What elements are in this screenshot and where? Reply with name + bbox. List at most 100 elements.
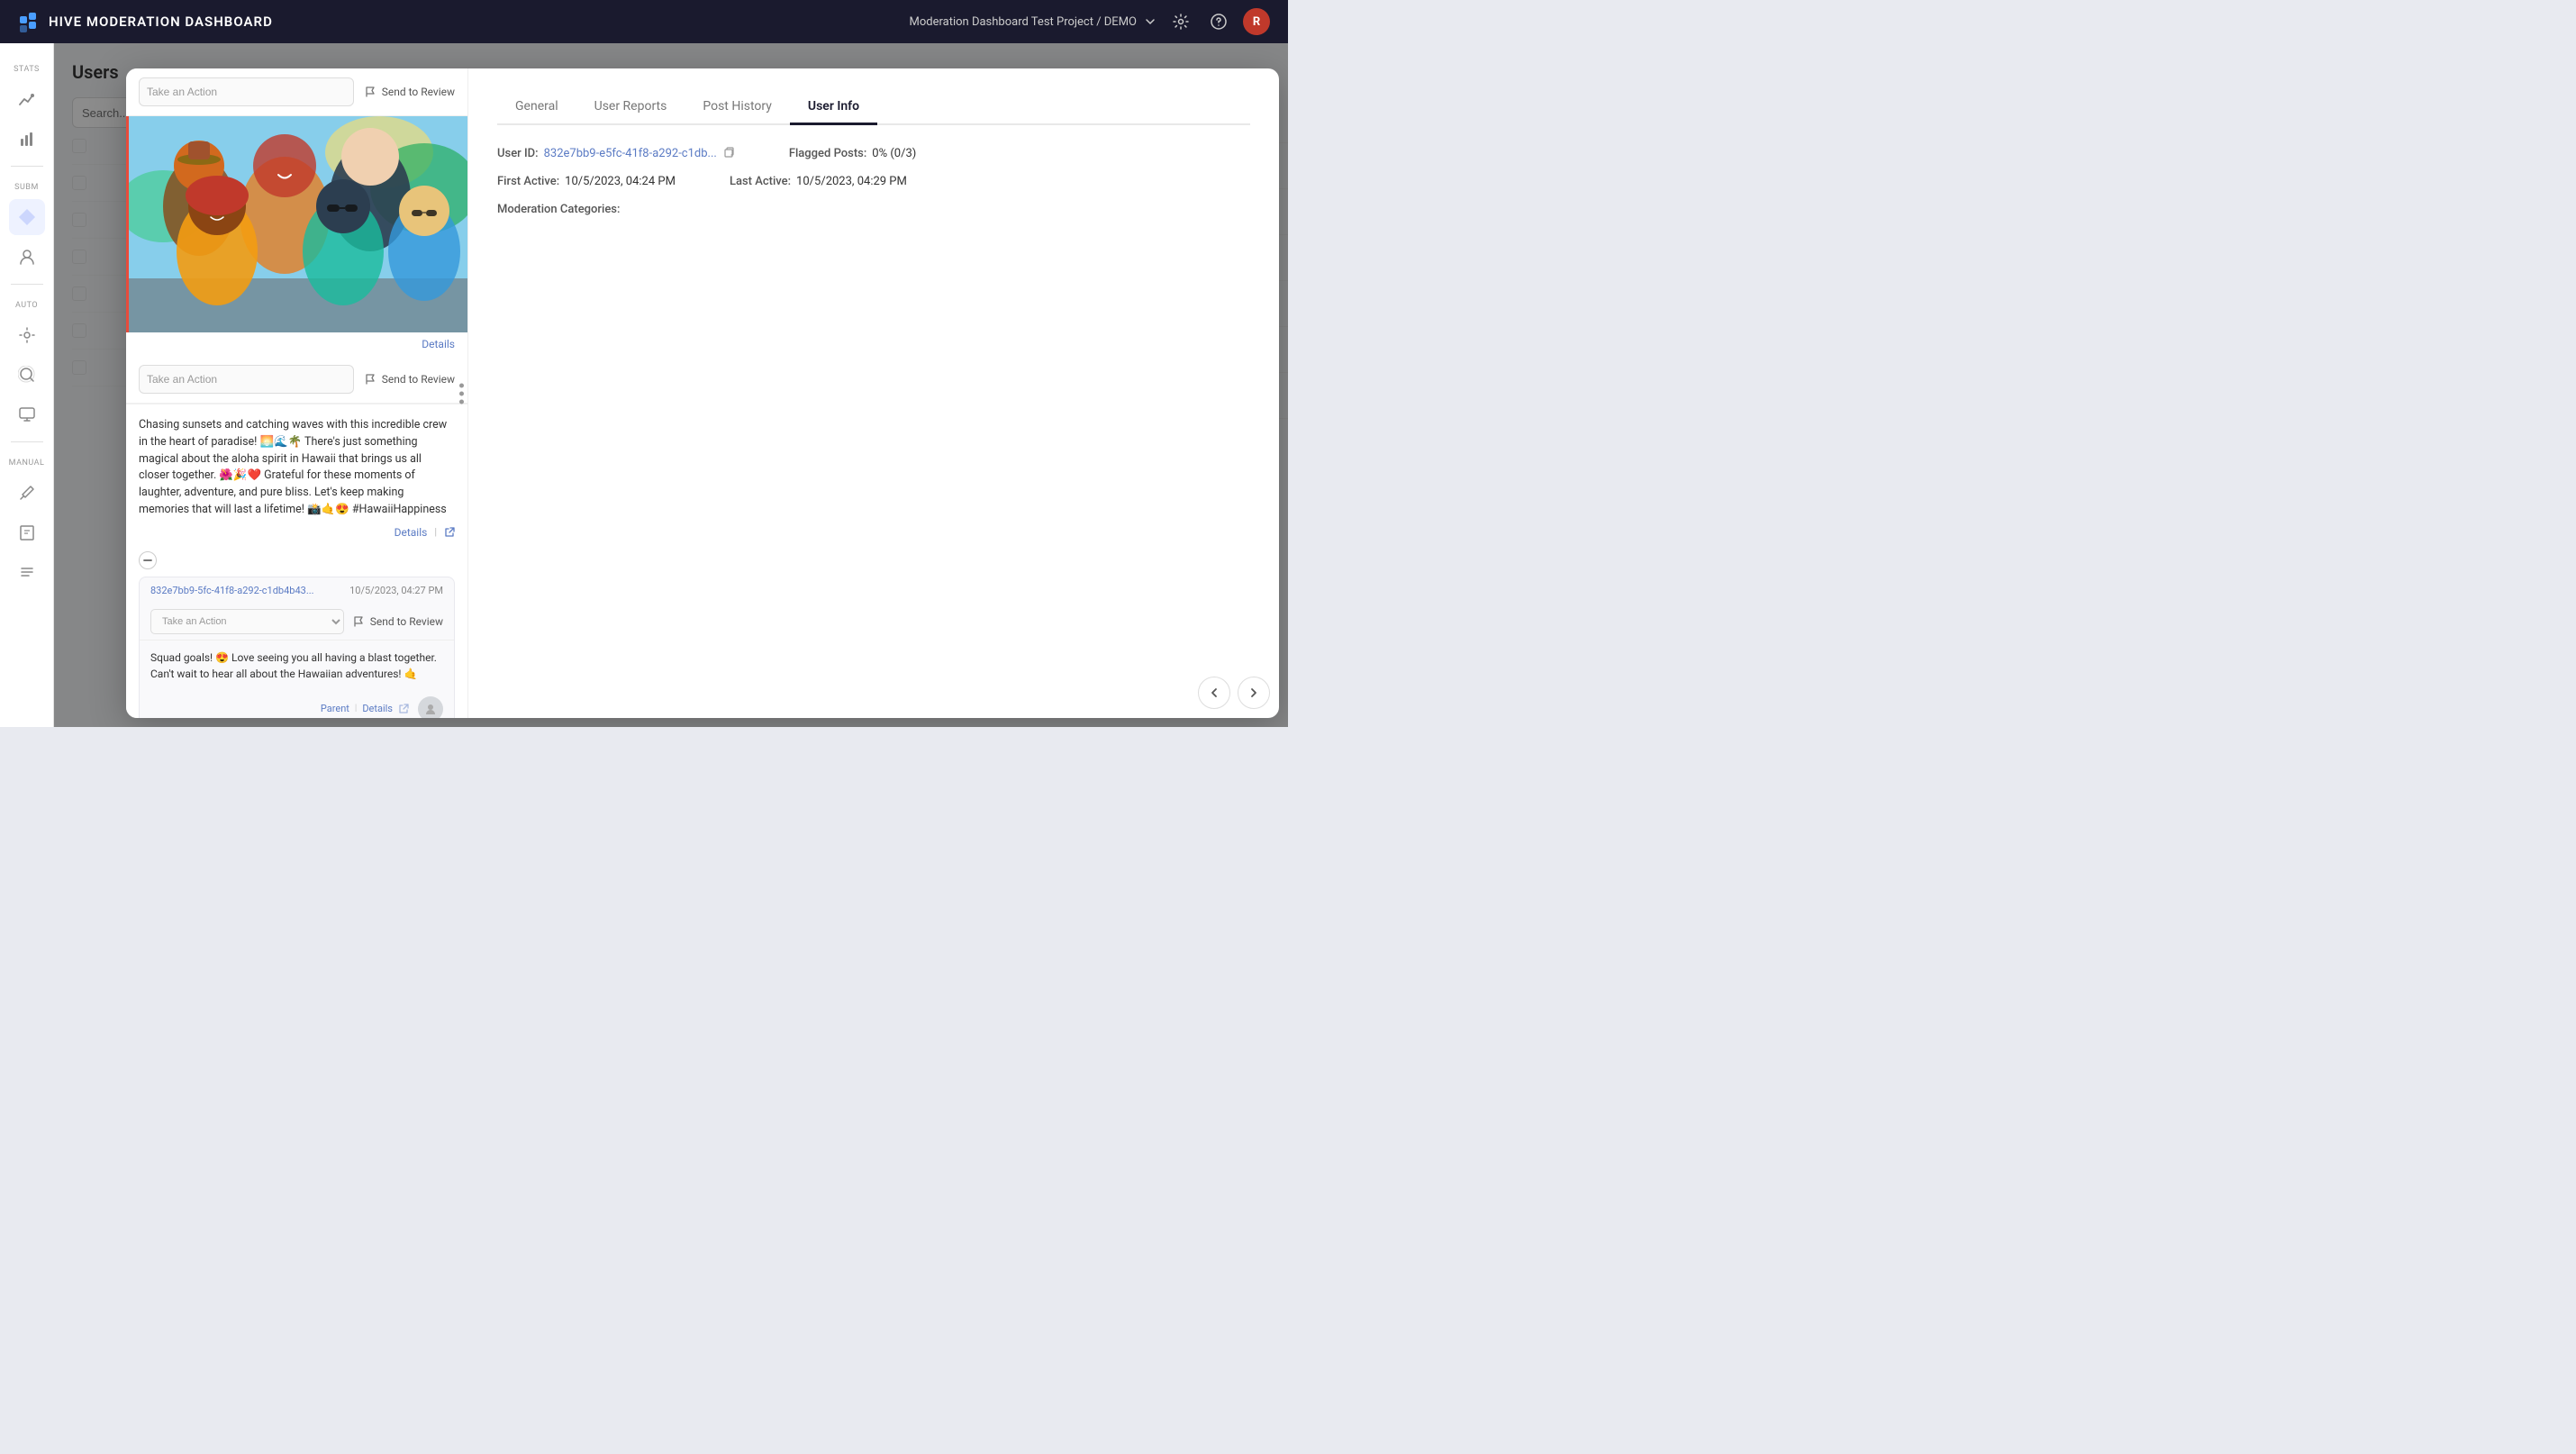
user-avatar[interactable]: R — [1243, 8, 1270, 35]
external-link-icon[interactable] — [444, 527, 455, 538]
last-active-value: 10/5/2023, 04:29 PM — [796, 175, 907, 188]
list-icon — [18, 563, 36, 581]
search-circle-icon — [18, 366, 36, 384]
comment-action-select[interactable]: Take an Action — [150, 609, 344, 634]
chart-icon — [18, 90, 36, 108]
info-row-2: First Active: 10/5/2023, 04:24 PM Last A… — [497, 175, 1250, 188]
hive-logo-icon — [18, 9, 43, 34]
stats-section-label: STATS — [0, 65, 53, 74]
comment-external-icon[interactable] — [398, 704, 409, 714]
dot-1 — [459, 383, 464, 387]
info-row-1: User ID: 832e7bb9-e5fc-41f8-a292-c1db...… — [497, 147, 1250, 160]
sidebar-item-submissions[interactable] — [9, 199, 45, 235]
flagged-posts-label: Flagged Posts: — [789, 147, 866, 160]
prev-arrow-button[interactable] — [1198, 677, 1230, 709]
sidebar-item-stats[interactable] — [9, 81, 45, 117]
user-icon — [18, 248, 36, 266]
sidebar-item-list[interactable] — [9, 554, 45, 590]
moderation-categories-field: Moderation Categories: — [497, 203, 1250, 216]
comment-send-review-button[interactable]: Send to Review — [353, 615, 443, 628]
text-post-details-link[interactable]: Details — [395, 526, 428, 539]
sidebar-item-monitor[interactable] — [9, 396, 45, 432]
comment-timestamp: 10/5/2023, 04:27 PM — [349, 585, 443, 596]
image-post-card: Take an Action Send to Review — [126, 68, 467, 356]
user-id-field: User ID: 832e7bb9-e5fc-41f8-a292-c1db... — [497, 147, 735, 160]
manual-section-label: MANUAL — [0, 459, 53, 468]
image-post-action-select[interactable]: Take an Action — [139, 77, 354, 106]
comment-avatar — [418, 696, 443, 719]
last-active-field: Last Active: 10/5/2023, 04:29 PM — [730, 175, 907, 188]
project-selector[interactable]: Moderation Dashboard Test Project / DEMO — [910, 15, 1156, 29]
right-panel: General User Reports Post History User I… — [468, 68, 1279, 718]
dot-3 — [459, 399, 464, 404]
comment-content: Squad goals! 😍 Love seeing you all havin… — [140, 641, 454, 691]
sidebar-item-manual[interactable] — [9, 475, 45, 511]
text-post-send-review-button[interactable]: Send to Review — [365, 373, 455, 386]
sidebar-item-book[interactable] — [9, 514, 45, 550]
settings-button[interactable] — [1167, 8, 1194, 35]
copy-icon[interactable] — [722, 147, 735, 159]
chevron-left-icon — [1208, 686, 1220, 699]
tab-user-reports[interactable]: User Reports — [576, 90, 685, 125]
sidebar-item-auto[interactable] — [9, 317, 45, 353]
tabs: General User Reports Post History User I… — [497, 90, 1250, 125]
comment-collapse-button[interactable] — [139, 551, 157, 569]
tools-icon — [18, 484, 36, 502]
text-post-body: Chasing sunsets and catching waves with … — [126, 404, 467, 551]
text-post-action-bar: Take an Action Send to Review — [126, 356, 467, 404]
sidebar: STATS SUBM AUT — [0, 43, 54, 727]
text-post-card: Take an Action Send to Review Chasing su… — [126, 356, 467, 551]
text-post-action-select[interactable]: Take an Action — [139, 365, 354, 394]
flagged-posts-field: Flagged Posts: 0% (0/3) — [789, 147, 916, 160]
comment-action-bar: Take an Action Send to Review — [140, 604, 454, 641]
help-button[interactable] — [1205, 8, 1232, 35]
tab-post-history[interactable]: Post History — [685, 90, 790, 125]
image-post-send-review-label: Send to Review — [382, 86, 455, 98]
separator-2: | — [355, 704, 357, 713]
tab-user-info[interactable]: User Info — [790, 90, 877, 125]
top-navigation: HIVE MODERATION DASHBOARD Moderation Das… — [0, 0, 1288, 43]
user-id-value[interactable]: 832e7bb9-e5fc-41f8-a292-c1db... — [544, 147, 717, 160]
sidebar-item-trends[interactable] — [9, 121, 45, 157]
image-post-details-link[interactable]: Details — [126, 332, 467, 356]
text-post-footer: Details | — [139, 519, 455, 539]
text-post-content: Chasing sunsets and catching waves with … — [139, 417, 455, 519]
text-post-flag-icon — [365, 373, 377, 386]
moderation-categories-label: Moderation Categories: — [497, 203, 620, 216]
comment-flag-icon — [353, 615, 366, 628]
comment-card: 832e7bb9-5fc-41f8-a292-c1db4b43... 10/5/… — [139, 577, 455, 719]
next-arrow-button[interactable] — [1238, 677, 1270, 709]
left-panel: Take an Action Send to Review — [126, 68, 468, 718]
modal-dialog: Take an Action Send to Review — [126, 68, 1279, 718]
first-active-value: 10/5/2023, 04:24 PM — [565, 175, 676, 188]
hive-logo: HIVE MODERATION DASHBOARD — [18, 9, 273, 34]
auto-section-label: AUTO — [0, 301, 53, 310]
text-post-send-review-label: Send to Review — [382, 373, 455, 386]
modal-body: Take an Action Send to Review — [126, 68, 1279, 718]
minus-icon — [142, 555, 153, 566]
user-id-label: User ID: — [497, 147, 539, 160]
comment-header: 832e7bb9-5fc-41f8-a292-c1db4b43... 10/5/… — [140, 577, 454, 604]
sidebar-item-users[interactable] — [9, 239, 45, 275]
sidebar-divider-3 — [11, 441, 43, 442]
first-active-field: First Active: 10/5/2023, 04:24 PM — [497, 175, 676, 188]
comment-avatar-icon — [424, 703, 437, 715]
image-post-send-review-button[interactable]: Send to Review — [365, 86, 455, 98]
settings-icon — [18, 326, 36, 344]
question-icon — [1211, 14, 1227, 30]
panel-separator-dots[interactable] — [459, 383, 464, 404]
sidebar-divider-1 — [11, 166, 43, 167]
separator-1: | — [434, 526, 437, 538]
chevron-right-icon — [1247, 686, 1260, 699]
first-active-label: First Active: — [497, 175, 559, 188]
flag-send-icon — [365, 86, 377, 98]
comment-details-link[interactable]: Details — [362, 703, 393, 714]
tab-general[interactable]: General — [497, 90, 576, 125]
gear-icon — [1173, 14, 1189, 30]
nav-right: Moderation Dashboard Test Project / DEMO… — [910, 8, 1270, 35]
comment-user-id: 832e7bb9-5fc-41f8-a292-c1db4b43... — [150, 585, 314, 596]
monitor-icon — [18, 405, 36, 423]
comment-parent-link[interactable]: Parent — [321, 703, 349, 714]
comment-send-review-label: Send to Review — [370, 615, 443, 628]
sidebar-item-search[interactable] — [9, 357, 45, 393]
